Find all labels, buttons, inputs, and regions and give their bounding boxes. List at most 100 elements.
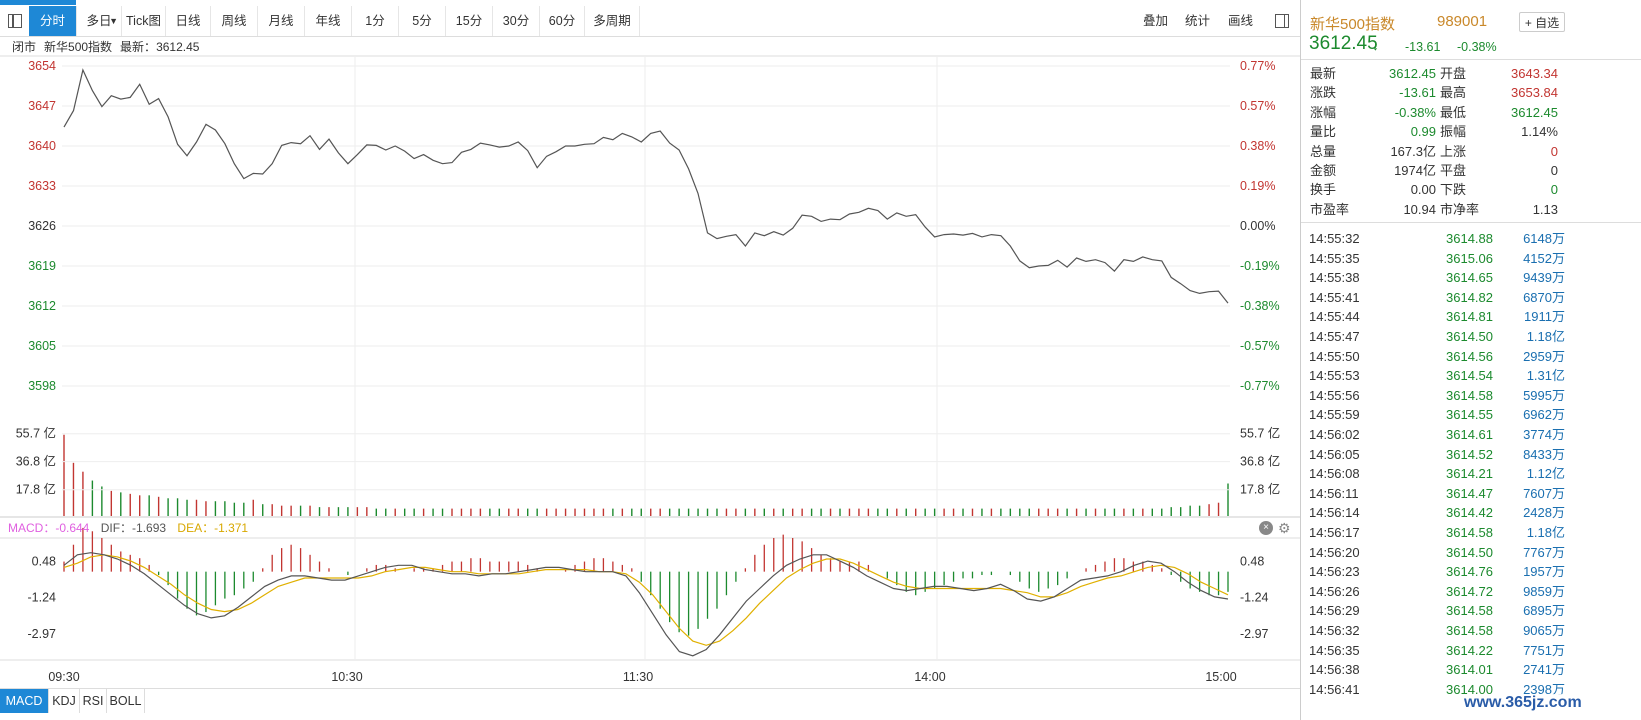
stat-label: 上涨 xyxy=(1440,143,1467,159)
tick-price: 3614.58 xyxy=(1446,525,1493,540)
volume-tick-label: 55.7 亿 xyxy=(1240,426,1280,441)
tick-time: 14:56:14 xyxy=(1309,505,1360,521)
stat-label: 涨幅 xyxy=(1310,104,1337,120)
tick-time: 14:56:17 xyxy=(1309,525,1360,540)
tick-time: 14:55:53 xyxy=(1309,368,1360,384)
price-tick-label: 3612 xyxy=(28,299,56,313)
tick-row: 14:56:35 3614.22 7751万 xyxy=(1309,641,1565,661)
tick-price: 3614.81 xyxy=(1446,309,1493,325)
tick-price: 3614.61 xyxy=(1446,427,1493,442)
tick-price: 3614.22 xyxy=(1446,642,1493,658)
tick-price: 3614.58 xyxy=(1446,387,1493,403)
time-tick-label: 15:00 xyxy=(1205,670,1236,684)
tick-price: 3614.58 xyxy=(1446,623,1493,638)
close-indicator-icon[interactable]: × xyxy=(1259,521,1273,535)
settings-gear-icon[interactable]: ⚙ xyxy=(1278,518,1291,538)
tick-row: 14:56:23 3614.76 1957万 xyxy=(1309,562,1565,582)
tick-row: 14:56:17 3614.58 1.18亿 xyxy=(1309,523,1565,543)
price-tick-label: 3633 xyxy=(28,179,56,193)
intraday-chart[interactable]: 3654 0.77% 3647 0.57% 3640 0.38% 3633 0.19% 3626… xyxy=(0,0,1300,720)
tick-price: 3614.42 xyxy=(1446,505,1493,521)
macd-tick-label: -2.97 xyxy=(1240,627,1269,641)
tick-volume: 1.12亿 xyxy=(1526,466,1565,482)
tick-time: 14:56:08 xyxy=(1309,466,1360,482)
tick-volume: 7607万 xyxy=(1523,485,1565,501)
quote-panel: 新华500指数 989001 + 自选 3612.45 ↓ -13.61 -0.… xyxy=(1300,0,1641,720)
tick-volume: 8433万 xyxy=(1523,446,1565,462)
stat-row: 最高 3653.84 xyxy=(1440,83,1558,103)
tick-time: 14:56:02 xyxy=(1309,427,1360,442)
price-tick-label: 3598 xyxy=(28,379,56,393)
price-tick-label: 3605 xyxy=(28,339,56,353)
tick-price: 3614.56 xyxy=(1446,348,1493,364)
stat-value: 0.99 xyxy=(1410,124,1436,140)
stat-row: 市盈率 10.94 xyxy=(1310,200,1436,220)
stat-value: 3612.45 xyxy=(1511,104,1558,120)
pct-tick-label: -0.77% xyxy=(1240,379,1280,393)
tick-volume: 6895万 xyxy=(1523,603,1565,619)
tick-price: 3614.72 xyxy=(1446,583,1493,599)
stat-label: 量比 xyxy=(1310,124,1337,140)
tick-volume: 2959万 xyxy=(1523,348,1565,364)
stat-row: 振幅 1.14% xyxy=(1440,122,1558,142)
tick-volume: 4152万 xyxy=(1523,250,1565,266)
tick-time: 14:56:05 xyxy=(1309,446,1360,462)
tick-row: 14:56:32 3614.58 9065万 xyxy=(1309,621,1565,641)
stat-label: 总量 xyxy=(1310,143,1337,159)
dif-line xyxy=(63,552,1229,657)
price-change: -13.61 xyxy=(1405,40,1441,54)
tick-volume: 2741万 xyxy=(1523,662,1565,678)
tick-time: 14:56:41 xyxy=(1309,681,1360,697)
tick-row: 14:56:08 3614.21 1.12亿 xyxy=(1309,464,1565,484)
tick-time: 14:55:59 xyxy=(1309,407,1360,423)
tick-row: 14:56:38 3614.01 2741万 xyxy=(1309,660,1565,680)
tick-time: 14:55:56 xyxy=(1309,387,1360,403)
index-title: 新华500指数 xyxy=(1310,16,1396,33)
indicator-tab-macd[interactable]: MACD xyxy=(0,689,49,713)
stat-value: 0 xyxy=(1550,143,1558,159)
price-line xyxy=(63,68,1229,304)
stat-row: 市净率 1.13 xyxy=(1440,200,1558,220)
tick-volume: 3774万 xyxy=(1523,427,1565,442)
time-tick-label: 10:30 xyxy=(331,670,362,684)
pct-tick-label: 0.19% xyxy=(1240,179,1275,193)
indicator-tab-kdj[interactable]: KDJ xyxy=(49,689,80,713)
time-tick-label: 14:00 xyxy=(914,670,945,684)
pct-tick-label: 0.38% xyxy=(1240,139,1275,153)
tick-volume: 7751万 xyxy=(1523,642,1565,658)
stat-row: 涨幅 -0.38% xyxy=(1310,103,1436,123)
tick-row: 14:55:53 3614.54 1.31亿 xyxy=(1309,366,1565,386)
stat-row: 涨跌 -13.61 xyxy=(1310,83,1436,103)
add-watchlist-button[interactable]: + 自选 xyxy=(1519,12,1565,32)
tick-time: 14:56:26 xyxy=(1309,583,1360,599)
tick-row: 14:55:50 3614.56 2959万 xyxy=(1309,347,1565,367)
tick-row: 14:56:11 3614.47 7607万 xyxy=(1309,484,1565,504)
tick-volume: 1957万 xyxy=(1523,564,1565,580)
tick-row: 14:55:35 3615.06 4152万 xyxy=(1309,249,1565,269)
price-tick-label: 3626 xyxy=(28,219,56,233)
tick-time: 14:56:38 xyxy=(1309,662,1360,678)
stat-label: 开盘 xyxy=(1440,66,1467,81)
tick-row: 14:56:05 3614.52 8433万 xyxy=(1309,445,1565,465)
stat-row: 上涨 0 xyxy=(1440,142,1558,162)
stat-label: 下跌 xyxy=(1440,182,1467,198)
stat-value: 1.14% xyxy=(1521,124,1558,140)
tick-time: 14:56:11 xyxy=(1309,485,1359,501)
tick-volume: 9065万 xyxy=(1523,623,1565,638)
tick-row: 14:55:47 3614.50 1.18亿 xyxy=(1309,327,1565,347)
stat-value: -0.38% xyxy=(1394,104,1436,120)
price-tick-label: 3640 xyxy=(28,139,56,153)
tick-row: 14:55:44 3614.81 1911万 xyxy=(1309,307,1565,327)
tick-time: 14:55:38 xyxy=(1309,270,1360,286)
pct-tick-label: -0.57% xyxy=(1240,339,1280,353)
stat-label: 最低 xyxy=(1440,104,1467,120)
stat-row: 量比 0.99 xyxy=(1310,122,1436,142)
dea-value: DEA：-1.371 xyxy=(177,521,249,535)
indicator-tab-boll[interactable]: BOLL xyxy=(107,689,145,713)
stat-row: 换手 0.00 xyxy=(1310,180,1436,200)
stat-row: 最低 3612.45 xyxy=(1440,103,1558,123)
tick-price: 3614.55 xyxy=(1446,407,1493,423)
watermark: www.365jz.com xyxy=(1460,694,1586,712)
indicator-tab-rsi[interactable]: RSI xyxy=(80,689,107,713)
index-code: 989001 xyxy=(1437,13,1488,30)
